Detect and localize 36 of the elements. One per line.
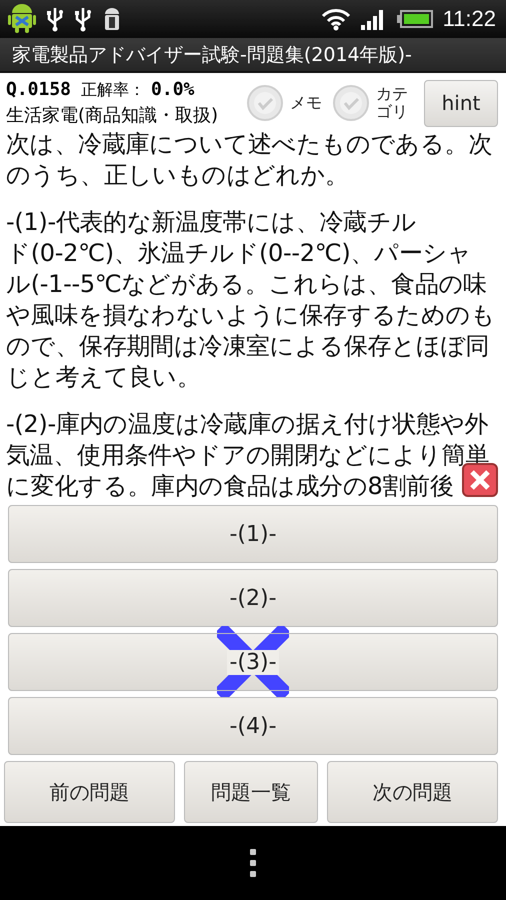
question-text-line: ド(0-2℃)、氷温チルド(0--2℃)、パーシャ — [6, 238, 472, 269]
answer-button[interactable]: -(2)- — [8, 569, 498, 627]
clock-time: 11:22 — [442, 6, 496, 32]
rate-value: 0.0% — [151, 79, 194, 100]
question-text-line: 気温、使用条件やドアの開閉などにより簡単 — [6, 440, 490, 471]
wifi-icon — [320, 7, 351, 31]
toggle-label: カテゴリ — [376, 84, 408, 122]
usb-icon — [74, 6, 92, 32]
nav-button[interactable]: 問題一覧 — [184, 761, 318, 823]
question-number: Q.0158 — [6, 79, 72, 100]
menu-icon[interactable] — [249, 848, 257, 878]
category-label: 生活家電(商品知識・取扱) — [6, 104, 220, 127]
question-text-line: に変化する。庫内の食品は成分の8割前後 — [6, 471, 454, 502]
hint-button[interactable]: hint — [424, 80, 498, 126]
usb-icon — [46, 6, 64, 32]
answer-button[interactable]: -(1)- — [8, 505, 498, 563]
check-circle-icon[interactable] — [246, 84, 284, 122]
toggle-label: メモ — [290, 92, 322, 114]
answer-button[interactable]: -(3)- — [8, 633, 498, 691]
question-text-line: -(1)-代表的な新温度帯には、冷蔵チル — [6, 207, 416, 238]
question-text-line: ル(-1--5℃などがある。これらは、食品の味 — [6, 269, 487, 300]
question-text-line: や風味を損なわないように保存するためのも — [6, 300, 496, 331]
nav-button[interactable]: 次の問題 — [327, 761, 498, 823]
check-circle-icon[interactable] — [332, 84, 370, 122]
question-text-line: のうち、正しいものはどれか。 — [6, 160, 349, 191]
nav-button[interactable]: 前の問題 — [4, 761, 175, 823]
answer-button[interactable]: -(4)- — [8, 697, 498, 755]
battery-icon — [396, 10, 433, 28]
window-title: 家電製品アドバイザー試験-問題集(2014年版)- — [12, 42, 412, 68]
android-icon — [8, 4, 36, 34]
question-text-line: ので、保存期間は冷凍室による保存とほぼ同 — [6, 331, 490, 362]
question-text-line: 次は、冷蔵庫について述べたものである。次 — [6, 129, 492, 160]
rate-label: 正解率： — [81, 80, 146, 99]
question-text-line: -(2)-庫内の温度は冷蔵庫の据え付け状態や外 — [6, 409, 488, 440]
question-text-line: じと考えて良い。 — [6, 362, 201, 393]
robot-icon — [102, 6, 122, 32]
